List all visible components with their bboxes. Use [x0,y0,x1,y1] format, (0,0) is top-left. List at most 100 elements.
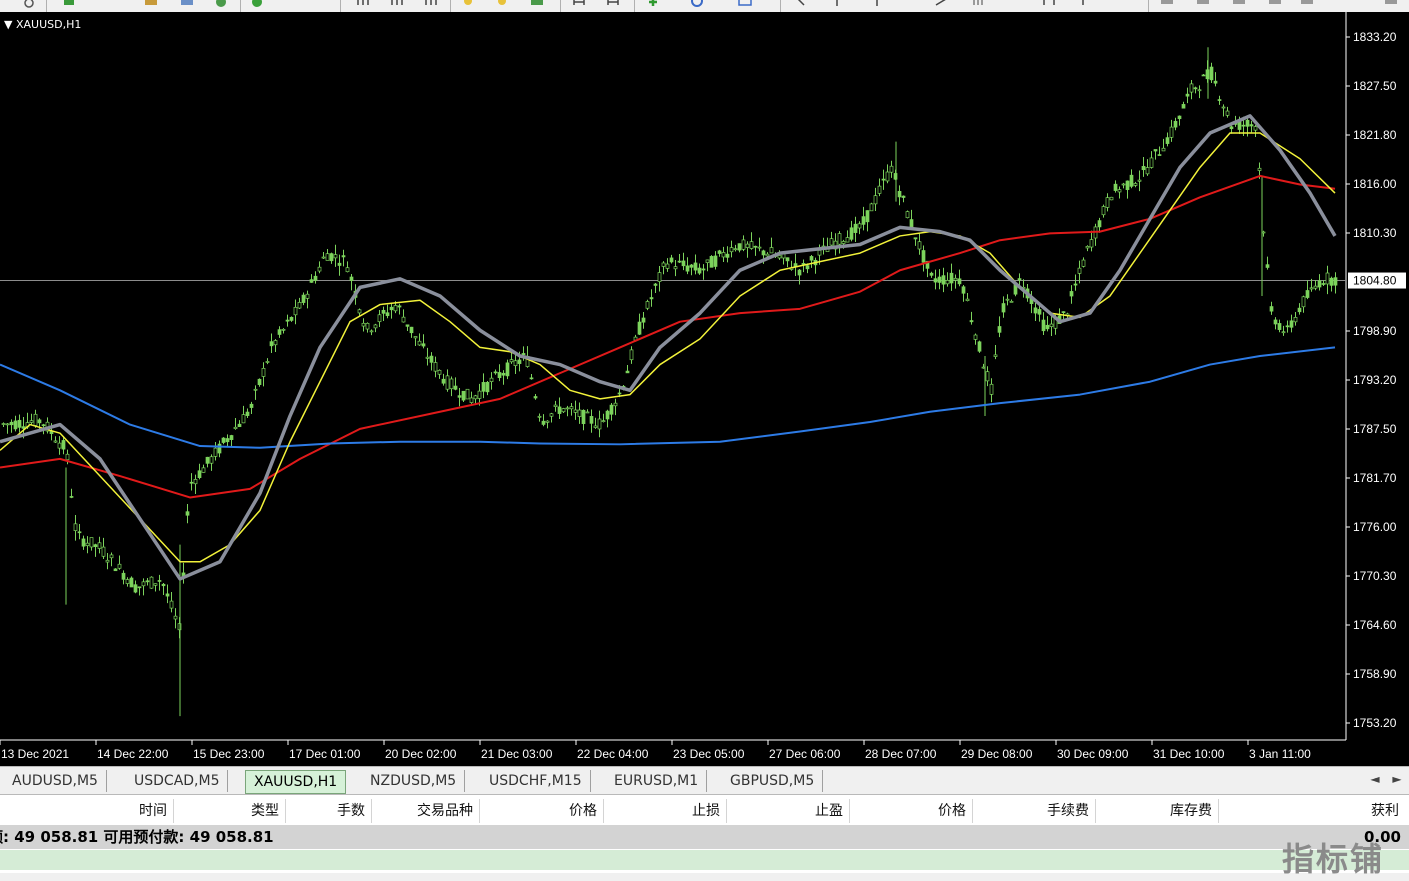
new-order-icon[interactable] [62,0,76,8]
trendline-icon[interactable] [934,0,948,8]
candle-body [41,424,46,427]
timeframe-m1-icon[interactable] [1160,0,1174,8]
candle-body [241,414,246,424]
candle-body [829,238,834,246]
column-header[interactable]: 价格 [480,799,604,823]
bar-chart-icon[interactable] [356,0,370,8]
candle-body [937,276,942,283]
terminal-bottom-tabs[interactable] [0,873,1409,881]
candle-body [385,312,390,317]
channel-icon[interactable] [1042,0,1056,8]
tab-usdcad-m5[interactable]: USDCAD,M5 [126,770,229,792]
candle-body [921,250,926,263]
templates-icon[interactable] [738,0,752,8]
column-header[interactable]: 时间 [0,799,174,823]
candle-body [513,360,518,367]
tab-usdchf-m15[interactable]: USDCHF,M15 [481,770,591,792]
candle-body [61,440,66,450]
candle-body [165,593,170,597]
text-icon[interactable] [1076,0,1090,8]
timeframe-h4-icon[interactable] [1384,0,1398,8]
tab-xauusd-h1[interactable]: XAUUSD,H1 [245,770,347,794]
candle-body [285,319,290,322]
scroll-chart-icon[interactable] [572,0,586,8]
indicators-icon[interactable] [646,0,660,8]
terminal-header: 时间 类型 手数 交易品种 价格 止损 止盈 价格 手续费 库存费 获利 [0,799,1409,823]
candle-body [1037,309,1042,315]
column-header[interactable]: 库存费 [1096,799,1219,823]
candle-chart-icon[interactable] [390,0,404,8]
column-header[interactable]: 止损 [604,799,727,823]
candle-body [313,275,318,281]
candle-body [105,559,110,563]
candle-body [1333,277,1338,286]
candle-body [541,420,546,425]
column-header[interactable]: 价格 [850,799,973,823]
chart-canvas[interactable]: 1833.20 1827.50 1821.80 1816.00 1810.30 1798.… [0,12,1409,766]
periods-icon[interactable] [690,0,704,8]
toolbox-icon[interactable] [144,0,158,8]
tab-nzdusd-m5[interactable]: NZDUSD,M5 [362,770,466,792]
column-header[interactable]: 止盈 [727,799,850,823]
candle-body [1141,166,1146,171]
candle-body [1165,137,1170,144]
zoom-out-icon[interactable] [496,0,510,8]
tab-audusd-m5[interactable]: AUDUSD,M5 [4,770,107,792]
time-label: 17 Dec 01:00 [289,747,361,761]
candle-body [233,426,238,429]
fibonacci-icon[interactable] [972,0,986,8]
zoom-in-icon[interactable] [462,0,476,8]
tab-scroll-left-icon[interactable]: ◄ [1366,772,1384,786]
candle-body [13,420,18,430]
tab-gbpusd-m5[interactable]: GBPUSD,M5 [722,770,824,792]
timeframe-h1-icon[interactable] [1300,0,1314,8]
line-chart-icon[interactable] [424,0,438,8]
candle-body [329,253,334,262]
candle-body [53,440,58,443]
candle-body [777,255,782,259]
tile-windows-icon[interactable] [530,0,544,8]
candle-body [645,301,650,309]
timeframe-m5-icon[interactable] [1196,0,1210,8]
candle-body [493,371,498,374]
candle-body [853,223,858,233]
candle-body [537,415,542,418]
candle-body [901,195,906,198]
candle-body [1217,99,1222,101]
candle-body [837,233,842,245]
candle-body [557,406,562,414]
candle-body [605,410,610,420]
candle-body [317,266,322,272]
window-icon[interactable] [180,0,194,8]
candle-body [1117,189,1122,193]
column-header[interactable]: 手续费 [973,799,1096,823]
cursor-icon[interactable] [794,0,808,8]
candle-body [805,265,810,270]
candle-body [561,408,566,413]
candle-body [1,423,6,425]
crosshair-icon[interactable] [830,0,844,8]
globe-icon[interactable] [214,0,228,8]
price-label: 1793.20 [1353,373,1397,387]
tab-scroll-right-icon[interactable]: ► [1388,772,1406,786]
column-header[interactable]: 类型 [174,799,286,823]
candle-body [909,219,914,228]
autotrading-icon[interactable] [250,0,264,8]
tab-eurusd-m1[interactable]: EURUSD,M1 [606,770,708,792]
candle-body [673,266,678,270]
timeframe-m30-icon[interactable] [1268,0,1282,8]
candle-body [1085,245,1090,249]
chart-shift-icon[interactable] [606,0,620,8]
chart-menu-triangle-icon[interactable]: ▼ [4,18,12,31]
column-header[interactable]: 手数 [286,799,372,823]
column-header[interactable]: 获利 [1219,799,1409,823]
candle-body [581,409,586,425]
candle-body [1061,311,1066,313]
vertical-line-icon[interactable] [870,0,884,8]
candle-body [197,470,202,479]
timeframe-m15-icon[interactable] [1232,0,1246,8]
time-label: 31 Dec 10:00 [1153,747,1225,761]
column-header[interactable]: 交易品种 [372,799,480,823]
price-chart[interactable]: 1833.20 1827.50 1821.80 1816.00 1810.30 1798.… [0,12,1409,766]
search-icon[interactable] [22,0,36,8]
